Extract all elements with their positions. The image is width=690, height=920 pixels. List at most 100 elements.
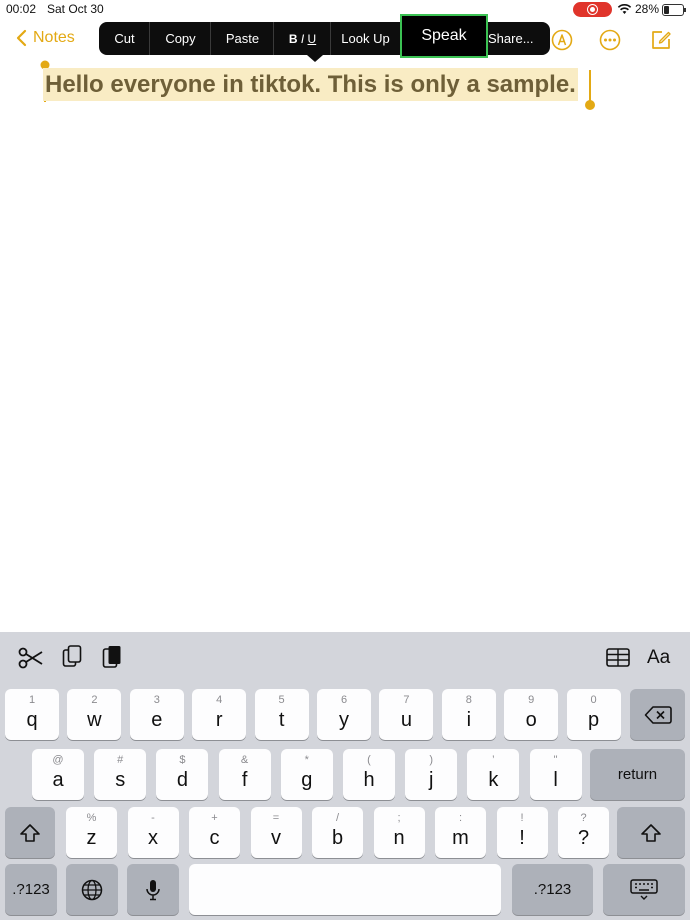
key-secondary-label: *	[304, 754, 309, 766]
dictation-key[interactable]	[127, 864, 179, 915]
key-primary-label: g	[301, 769, 313, 791]
return-key[interactable]: return	[590, 749, 685, 800]
status-time: 00:02	[6, 2, 37, 16]
key-secondary-label: 7	[403, 694, 410, 706]
menu-pointer	[307, 55, 323, 62]
record-icon	[587, 4, 598, 15]
key-row2-7[interactable]: ’ k	[467, 749, 520, 800]
numbers-right-key[interactable]: .?123	[512, 864, 593, 915]
back-button[interactable]: Notes	[16, 29, 75, 47]
return-label: return	[617, 766, 658, 783]
key-primary-label: v	[271, 827, 281, 849]
key-row2-8[interactable]: " l	[529, 749, 582, 800]
shift-left-key[interactable]	[5, 807, 55, 858]
key-secondary-label: 8	[465, 694, 472, 706]
key-primary-label: p	[588, 709, 600, 731]
key-row1-0[interactable]: 1q	[5, 689, 59, 740]
cut-label: Cut	[114, 31, 135, 46]
numbers-left-key[interactable]: .?123	[5, 864, 57, 915]
key-primary-label: c	[209, 827, 220, 849]
key-primary-label: s	[115, 769, 126, 791]
key-secondary-label: 6	[340, 694, 348, 706]
key-row1-9[interactable]: 0p	[566, 689, 621, 740]
key-row1-8[interactable]: 9o	[504, 689, 559, 740]
hide-keyboard-key[interactable]	[603, 864, 685, 915]
shift-right-key[interactable]	[617, 807, 685, 858]
shift-icon	[20, 823, 40, 842]
key-row2-6[interactable]: ) j	[405, 749, 458, 800]
key-row1-7[interactable]: 8i	[441, 689, 496, 740]
space-key[interactable]	[189, 864, 501, 915]
globe-key[interactable]	[66, 864, 118, 915]
paste-menu-item[interactable]: Paste	[211, 22, 274, 55]
status-bar: 00:02 Sat Oct 30 28%	[0, 0, 690, 20]
key-row3-6[interactable]: :m	[435, 807, 486, 858]
table-icon[interactable]	[606, 648, 630, 667]
key-primary-label: i	[466, 709, 472, 731]
selected-note-text[interactable]: Hello everyone in tiktok. This is only a…	[43, 68, 578, 101]
paste-icon[interactable]	[102, 645, 122, 669]
speak-menu-item[interactable]: Speak	[400, 14, 488, 58]
format-menu-item[interactable]: B I U	[274, 22, 331, 55]
key-primary-label: h	[363, 769, 375, 791]
key-row3-4[interactable]: / b	[312, 807, 363, 858]
delete-key[interactable]	[630, 689, 685, 740]
key-row3-7[interactable]: !!	[496, 807, 548, 858]
key-row3-1[interactable]: -x	[127, 807, 179, 858]
key-secondary-label: +	[211, 812, 218, 824]
key-row3-2[interactable]: + c	[189, 807, 240, 858]
key-primary-label: a	[52, 769, 64, 791]
key-secondary-label: "	[553, 754, 558, 766]
look-up-menu-item[interactable]: Look Up	[331, 22, 400, 55]
key-row1-3[interactable]: 4r	[192, 689, 247, 740]
key-secondary-label: 3	[153, 694, 160, 706]
format-icon[interactable]: Aa	[647, 647, 670, 669]
edit-menu: Cut Copy Paste B I U Look Up Share... Sp…	[99, 14, 550, 58]
key-row1-2[interactable]: 3e	[129, 689, 184, 740]
key-primary-label: f	[241, 769, 248, 791]
key-secondary-label: ’	[492, 754, 495, 766]
key-secondary-label: $	[179, 754, 186, 766]
key-primary-label: w	[87, 709, 102, 731]
key-row2-4[interactable]: * g	[280, 749, 333, 800]
key-secondary-label: -	[151, 812, 155, 824]
key-primary-label: u	[400, 709, 412, 731]
key-primary-label: x	[148, 827, 158, 849]
key-row2-1[interactable]: # s	[94, 749, 147, 800]
key-row2-2[interactable]: $ d	[156, 749, 209, 800]
share-menu-item[interactable]: Share...	[488, 22, 550, 55]
key-row2-0[interactable]: @ a	[32, 749, 84, 800]
more-icon[interactable]	[599, 29, 621, 51]
key-row3-3[interactable]: = v	[250, 807, 302, 858]
key-row1-1[interactable]: 2w	[67, 689, 122, 740]
copy-menu-item[interactable]: Copy	[150, 22, 211, 55]
key-secondary-label: @	[52, 754, 64, 766]
microphone-icon	[146, 879, 160, 900]
key-row3-5[interactable]: ; n	[373, 807, 425, 858]
key-row3-8[interactable]: ??	[558, 807, 609, 858]
key-primary-label: k	[488, 769, 499, 791]
markup-icon[interactable]	[551, 29, 573, 51]
compose-icon[interactable]	[650, 29, 672, 51]
screen-recording-indicator[interactable]	[573, 2, 612, 17]
key-row1-4[interactable]: 5t	[254, 689, 309, 740]
key-primary-label: q	[26, 709, 38, 731]
selection-end-handle[interactable]	[584, 70, 596, 112]
key-row2-3[interactable]: & f	[218, 749, 271, 800]
key-row1-6[interactable]: 7u	[379, 689, 434, 740]
key-primary-label: y	[339, 709, 349, 731]
cut-menu-item[interactable]: Cut	[99, 22, 150, 55]
delete-icon	[644, 705, 672, 724]
key-secondary-label: ?	[580, 812, 587, 824]
key-primary-label: b	[331, 827, 344, 849]
wifi-icon	[617, 4, 632, 14]
key-row3-0[interactable]: % z	[66, 807, 117, 858]
copy-icon[interactable]	[62, 645, 82, 669]
key-secondary-label: :	[458, 812, 463, 824]
key-secondary-label: 2	[91, 694, 98, 706]
key-row2-5[interactable]: (h	[343, 749, 395, 800]
scissors-icon[interactable]	[18, 647, 44, 669]
key-row1-5[interactable]: 6y	[317, 689, 371, 740]
copy-label: Copy	[165, 31, 196, 46]
hide-keyboard-icon	[630, 878, 658, 900]
